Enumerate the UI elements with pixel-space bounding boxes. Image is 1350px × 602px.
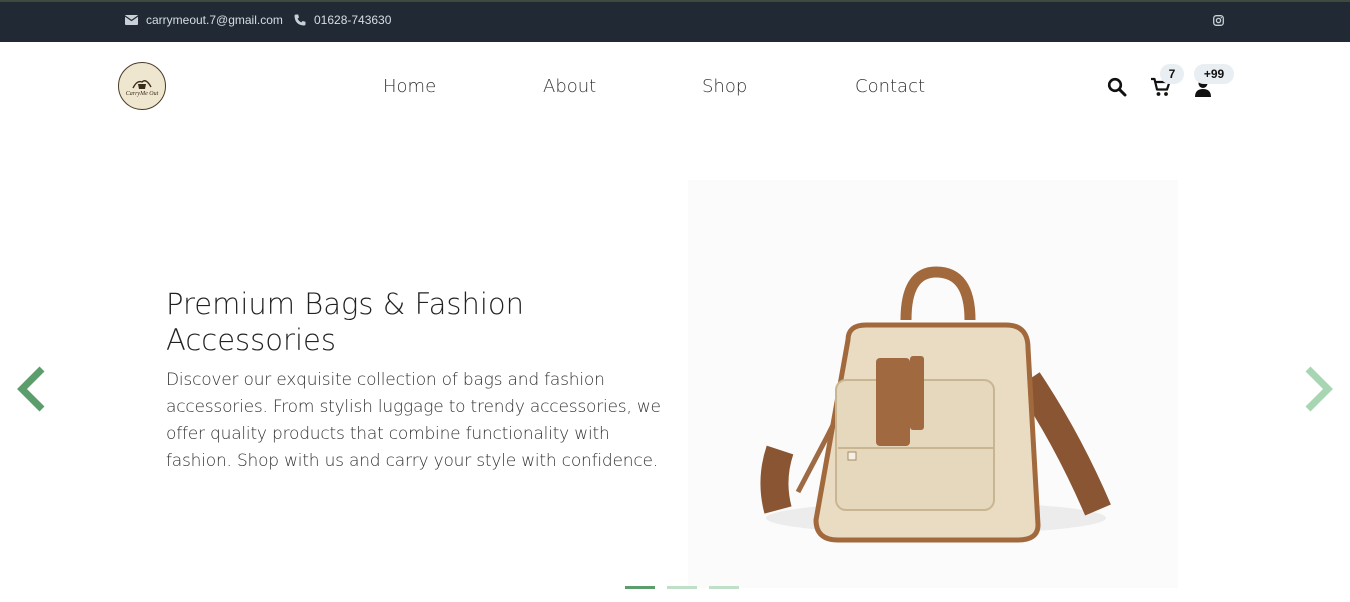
nav-about-link[interactable]: About — [543, 76, 596, 97]
nav-home-link[interactable]: Home — [383, 76, 436, 97]
carousel-indicators — [625, 586, 739, 589]
handbag-image — [760, 266, 1111, 543]
carousel-indicator-1[interactable] — [625, 586, 655, 589]
instagram-icon — [1213, 15, 1224, 26]
user-count-badge: +99 — [1194, 64, 1234, 84]
email-text: carrymeout.7@gmail.com — [146, 13, 283, 27]
chevron-left-icon — [17, 366, 45, 412]
carousel-next-button[interactable] — [1302, 366, 1336, 417]
search-icon — [1107, 77, 1127, 97]
phone-icon — [294, 14, 306, 26]
cart-count-badge: 7 — [1160, 64, 1184, 84]
carousel-indicator-2[interactable] — [667, 586, 697, 589]
logo-text: CarryMe Out — [125, 90, 159, 97]
envelope-icon — [125, 15, 138, 25]
search-button[interactable] — [1107, 77, 1127, 102]
nav-contact-link[interactable]: Contact — [855, 76, 925, 97]
chevron-right-icon — [1305, 366, 1333, 412]
phone-text: 01628-743630 — [314, 13, 392, 27]
hero-product-image — [688, 180, 1178, 588]
hero-description: Discover our exquisite collection of bag… — [166, 370, 661, 471]
brand-logo[interactable]: CarryMe Out — [118, 62, 166, 110]
top-contact-bar: carrymeout.7@gmail.com 01628-743630 — [0, 0, 1350, 42]
logo-mark-icon — [132, 79, 152, 89]
phone-contact[interactable]: 01628-743630 — [294, 13, 391, 27]
carousel-prev-button[interactable] — [14, 366, 48, 417]
carousel-indicator-3[interactable] — [709, 586, 739, 589]
hero-title: Premium Bags & Fashion Accessories — [166, 287, 525, 357]
nav-shop-link[interactable]: Shop — [702, 76, 747, 97]
instagram-link[interactable] — [1213, 15, 1224, 26]
email-contact[interactable]: carrymeout.7@gmail.com — [125, 13, 283, 27]
main-navbar: CarryMe Out Home About Shop Contact 7 +9… — [0, 42, 1350, 132]
